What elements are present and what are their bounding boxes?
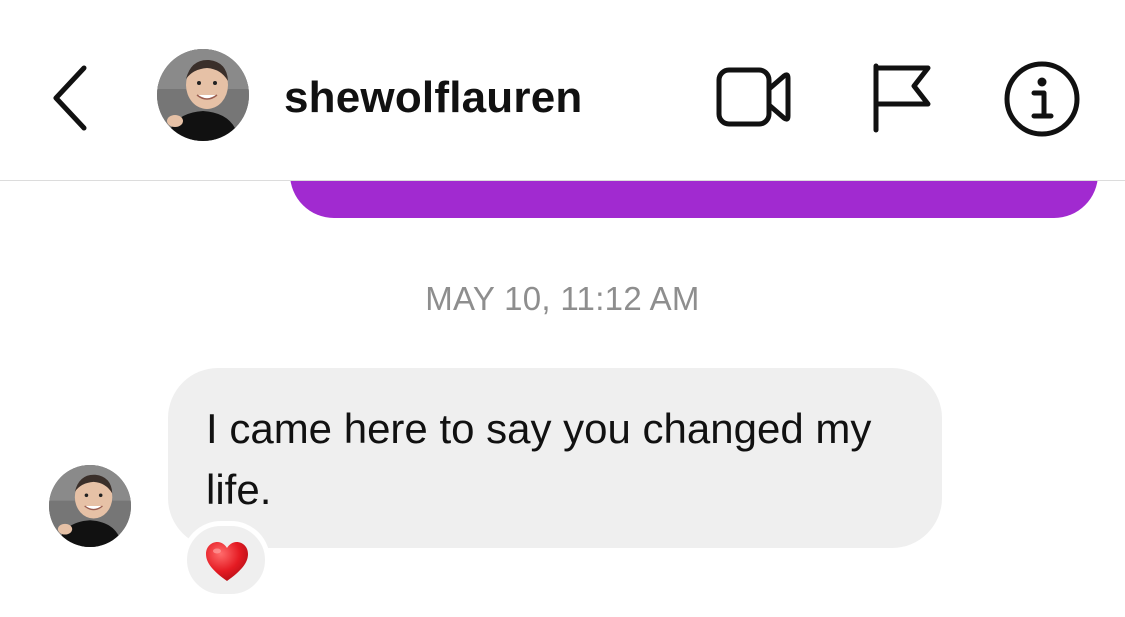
video-call-button[interactable] <box>714 64 794 130</box>
sender-avatar[interactable] <box>49 465 131 547</box>
received-message-bubble[interactable]: I came here to say you changed my life. <box>168 368 942 548</box>
chat-header: shewolflauren <box>0 0 1125 181</box>
profile-photo <box>157 49 249 141</box>
report-button[interactable] <box>866 60 936 134</box>
message-timestamp: MAY 10, 11:12 AM <box>425 280 700 317</box>
chat-username[interactable]: shewolflauren <box>284 72 582 124</box>
details-button[interactable] <box>1003 60 1081 138</box>
info-icon <box>1004 61 1080 137</box>
chevron-left-icon <box>53 65 87 131</box>
video-camera-icon <box>716 67 791 127</box>
flag-icon <box>873 63 931 133</box>
heart-icon <box>206 542 248 581</box>
message-reaction[interactable] <box>182 521 270 599</box>
profile-avatar[interactable] <box>157 49 249 141</box>
back-button[interactable] <box>40 58 100 138</box>
message-text: I came here to say you changed my life. <box>206 405 872 513</box>
profile-photo <box>49 465 131 547</box>
